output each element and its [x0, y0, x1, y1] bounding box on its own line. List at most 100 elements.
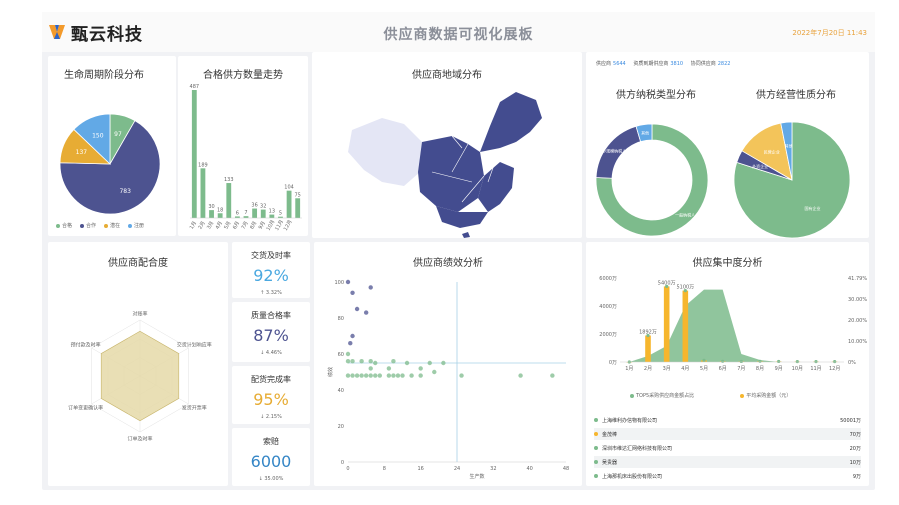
x-tick-label: 6月	[232, 220, 241, 230]
scatter-point	[350, 373, 355, 378]
scatter-point	[345, 351, 351, 357]
pie-slice-label: 其他	[785, 142, 793, 148]
circle-bullet-icon	[594, 432, 598, 436]
conc-legend: TOP5采购供应商金额占比 平均采购金额（元）	[630, 392, 791, 399]
lifecycle-legend: 合格 合作 潜在 注册	[56, 222, 144, 229]
bar-value-label: 1892万	[639, 330, 657, 336]
conc-panel: 供应集中度分析 0万 2000万 4000万 6000万 0% 10.00% 20.00% 3…	[586, 242, 869, 486]
x-tick-label: 24	[454, 466, 460, 472]
x-tick-label: 9月	[775, 366, 783, 372]
fit-radar-chart: 对账率交货计划响应率发货开票率订单及时率 订单变更确认率预付款及时率	[68, 310, 212, 443]
pie-slice-label: 783	[119, 188, 131, 195]
radar-axis-label: 发货开票率	[182, 404, 207, 411]
rank-name: 上海维利办信物有限公司	[602, 417, 658, 424]
line-point	[795, 359, 799, 364]
legend-label: 合作	[86, 223, 97, 229]
list-item: 上海那机床出股份有限公司 9万	[594, 470, 861, 482]
x-tick-label: 11月	[810, 366, 821, 372]
rank-name: 金茂棒	[602, 431, 618, 438]
y-tick-label: 2000万	[599, 332, 617, 338]
list-item: 深圳市维达汇网络科技有限公司 20万	[594, 442, 861, 454]
radar-axis-label: 订单及时率	[127, 436, 152, 443]
scatter-point	[409, 373, 414, 378]
scatter-point	[373, 360, 378, 366]
radar-axis-label: 对账率	[132, 310, 147, 317]
bar-value: 36	[251, 203, 257, 209]
scatter-point	[350, 333, 355, 339]
datetime: 2022年7月20日 11:43	[792, 29, 867, 37]
scatter-point	[368, 285, 373, 290]
kpi-title: 交货及时率	[251, 251, 291, 260]
x-tick-label: 2月	[644, 366, 652, 372]
tax-biz-panel: 供应商 5644 资质到期供应商 3810 协同供应商 2822 供方纳税类型分布 供…	[586, 52, 869, 239]
bar	[252, 208, 258, 218]
bar-value: 104	[284, 185, 294, 191]
scatter-point	[386, 366, 392, 371]
scatter-point	[441, 360, 446, 366]
donut-slice-label: 一般纳税人	[675, 212, 695, 218]
rank-name: 上海那机床出股份有限公司	[602, 473, 663, 480]
legend-item: 潜在	[104, 222, 120, 229]
bar-value: 30	[208, 204, 214, 210]
line-point	[758, 359, 762, 363]
y-tick-label: 6000万	[599, 276, 617, 282]
x-tick-label: 3月	[206, 220, 215, 230]
kpi-title: 配货完成率	[251, 375, 291, 384]
legend-label: 合格	[62, 223, 73, 229]
x-tick-label: 0	[346, 466, 349, 472]
scatter-point	[386, 373, 392, 378]
bar	[286, 190, 292, 218]
map-northeast	[480, 92, 542, 152]
x-tick-label: 1月	[625, 366, 633, 372]
x-tick-label: 3月	[663, 366, 671, 372]
kpi-title: 质量合格率	[251, 311, 291, 320]
x-tick-label: 4月	[215, 220, 224, 230]
scatter-point	[350, 290, 355, 295]
circle-bullet-icon	[594, 446, 598, 450]
y-tick-label: 100	[334, 280, 344, 286]
circle-bullet-icon	[594, 474, 598, 478]
bar	[200, 168, 206, 218]
y2-tick-label: 30.00%	[848, 297, 867, 303]
scatter-point	[550, 373, 555, 378]
legend-label: TOP5采购供应商金额占比	[636, 393, 695, 399]
scatter-point	[350, 359, 355, 364]
x-tick-label: 48	[563, 466, 569, 472]
x-tick-label: 5月	[700, 366, 708, 372]
area-series	[629, 289, 835, 362]
scatter-point	[348, 341, 353, 346]
kpi-delivery: 交货及时率 92% ↑ 3.32%	[232, 242, 310, 298]
lifecycle-pie-chart: 97 783 137 150	[59, 113, 161, 215]
x-tick-label: 40	[526, 466, 532, 472]
bar-value: 18	[217, 207, 223, 213]
bar-value: 13	[269, 209, 275, 215]
scatter-point	[391, 359, 396, 364]
region-panel: 供应商地域分布	[312, 52, 582, 238]
bar-value-label: 5100万	[676, 285, 694, 291]
perf-panel: 供应商绩效分析 0 20 40 60 80 100 0 8 16 24 32 40 48 生产数 绩效	[314, 242, 582, 486]
scatter-point	[354, 306, 360, 312]
scatter-point	[404, 360, 410, 366]
scatter-point	[359, 373, 364, 378]
y2-tick-label: 20.00%	[848, 318, 867, 324]
y-axis-label: 绩效	[327, 367, 334, 377]
line-point	[833, 359, 837, 364]
radar-axis-label: 预付款及时率	[71, 342, 101, 349]
bar	[663, 286, 670, 362]
bar-value-label: 5400万	[658, 280, 676, 286]
map-central	[418, 136, 484, 212]
kpi-value: 92%	[253, 266, 289, 285]
x-tick-label: 5月	[223, 220, 232, 230]
bar-value: 32	[260, 204, 266, 210]
radar-axis-label: 订单变更确认率	[68, 404, 103, 411]
kpi-value: 87%	[253, 326, 289, 345]
scatter-point	[345, 373, 351, 378]
rank-value: 50001万	[840, 417, 861, 424]
legend-item: 注册	[128, 222, 144, 229]
radar-axis-label: 交货计划响应率	[177, 342, 212, 349]
rank-name: 吴贵器	[602, 459, 618, 466]
bar	[217, 213, 223, 218]
list-item: 上海维利办信物有限公司 50001万	[594, 414, 861, 426]
y-tick-label: 80	[338, 316, 344, 322]
scatter-point	[359, 359, 364, 364]
